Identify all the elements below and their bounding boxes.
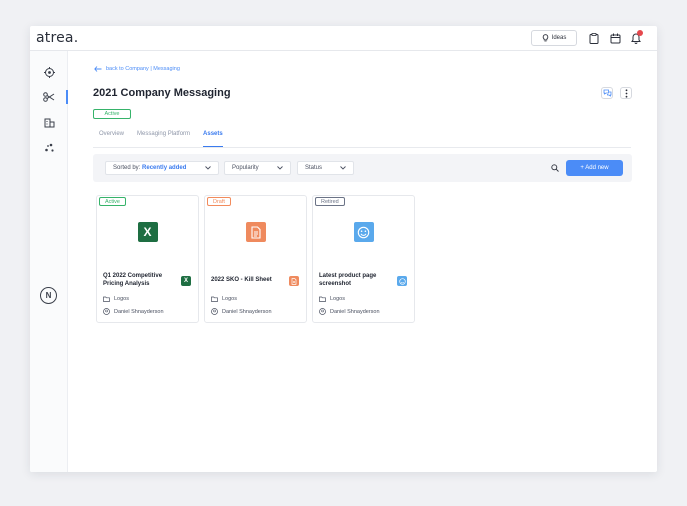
building-icon[interactable] (42, 115, 56, 129)
card-title[interactable]: Latest product page screenshot (319, 272, 391, 288)
crosshair-icon[interactable] (42, 65, 56, 79)
category-label: Logos (222, 296, 237, 302)
status-badge[interactable]: Active (93, 109, 131, 119)
arrow-left-icon (94, 66, 102, 72)
user-avatar[interactable]: N (40, 287, 57, 304)
excel-icon: X (181, 276, 191, 286)
more-options-button[interactable] (620, 87, 632, 99)
card-title[interactable]: Q1 2022 Competitive Pricing Analysis (103, 272, 175, 288)
chevron-down-icon (340, 166, 346, 170)
asset-card[interactable]: X Active Q1 2022 Competitive Pricing Ana… (96, 195, 199, 323)
sort-dropdown[interactable]: Sorted by: Recently added (105, 161, 219, 175)
excel-icon: X (137, 222, 158, 242)
card-title[interactable]: 2022 SKO - Kill Sheet (211, 276, 283, 284)
top-header: atrea. Ideas (30, 26, 657, 51)
card-category: Logos (103, 296, 129, 302)
tab-bar: Overview Messaging Platform Assets (99, 131, 223, 147)
owner-label: Daniel Shnayderson (330, 308, 380, 315)
sort-prefix: Sorted by: (113, 165, 141, 171)
popularity-dropdown[interactable]: Popularity (224, 161, 291, 175)
user-circle-icon (103, 308, 110, 315)
kebab-menu-icon (625, 88, 627, 98)
card-thumbnail (205, 196, 306, 268)
comments-button[interactable] (601, 87, 613, 99)
scissors-icon[interactable] (42, 90, 56, 104)
document-icon (289, 276, 299, 286)
category-label: Logos (114, 296, 129, 302)
folder-icon (103, 296, 110, 302)
owner-label: Daniel Shnayderson (222, 308, 272, 315)
smiley-icon (353, 222, 374, 242)
ideas-label: Ideas (551, 35, 567, 41)
category-label: Logos (330, 296, 345, 302)
filter-bar: Sorted by: Recently added Popularity Sta… (93, 154, 632, 182)
user-circle-icon (319, 308, 326, 315)
chevron-down-icon (205, 166, 211, 170)
sort-label: Sorted by: Recently added (113, 165, 186, 171)
sparkle-icon[interactable] (42, 140, 56, 154)
card-thumbnail (313, 196, 414, 268)
card-owner: Daniel Shnayderson (211, 308, 272, 315)
sidebar-active-indicator (66, 90, 68, 104)
card-owner: Daniel Shnayderson (103, 308, 164, 315)
folder-icon (319, 296, 326, 302)
notification-badge (637, 30, 643, 36)
asset-card[interactable]: Draft 2022 SKO - Kill Sheet Logos Daniel… (204, 195, 307, 323)
card-owner: Daniel Shnayderson (319, 308, 380, 315)
status-dropdown[interactable]: Status (297, 161, 354, 175)
tabs-divider (93, 147, 631, 148)
chevron-down-icon (277, 166, 283, 170)
add-new-button[interactable]: + Add new (566, 160, 623, 176)
smiley-icon (397, 276, 407, 286)
lightbulb-icon (542, 34, 548, 42)
app-window: atrea. Ideas N back to Company | Messagi… (30, 26, 657, 472)
status-filter-label: Status (305, 165, 323, 171)
card-thumbnail: X (97, 196, 198, 268)
page-title: 2021 Company Messaging (93, 87, 231, 99)
user-circle-icon (211, 308, 218, 315)
owner-label: Daniel Shnayderson (114, 308, 164, 315)
tab-overview[interactable]: Overview (99, 131, 124, 147)
app-logo[interactable]: atrea. (36, 30, 78, 46)
bell-icon[interactable] (630, 30, 643, 44)
status-badge: Active (99, 197, 126, 206)
ideas-button[interactable]: Ideas (531, 30, 577, 46)
sidebar: N (30, 51, 68, 472)
tab-messaging-platform[interactable]: Messaging Platform (137, 131, 190, 147)
folder-icon (211, 296, 218, 302)
back-link-label: back to Company | Messaging (106, 66, 180, 72)
card-category: Logos (211, 296, 237, 302)
sort-value: Recently added (142, 165, 187, 171)
tab-assets[interactable]: Assets (203, 131, 223, 147)
clipboard-icon[interactable] (588, 32, 600, 44)
status-badge: Retired (315, 197, 345, 206)
search-button[interactable] (548, 161, 562, 175)
popularity-label: Popularity (232, 165, 259, 171)
status-badge: Draft (207, 197, 231, 206)
card-category: Logos (319, 296, 345, 302)
search-icon (551, 164, 559, 172)
asset-card[interactable]: Retired Latest product page screenshot L… (312, 195, 415, 323)
back-link[interactable]: back to Company | Messaging (94, 66, 180, 72)
chat-bubbles-icon (603, 89, 611, 97)
calendar-icon[interactable] (609, 32, 621, 44)
document-icon (245, 222, 266, 242)
